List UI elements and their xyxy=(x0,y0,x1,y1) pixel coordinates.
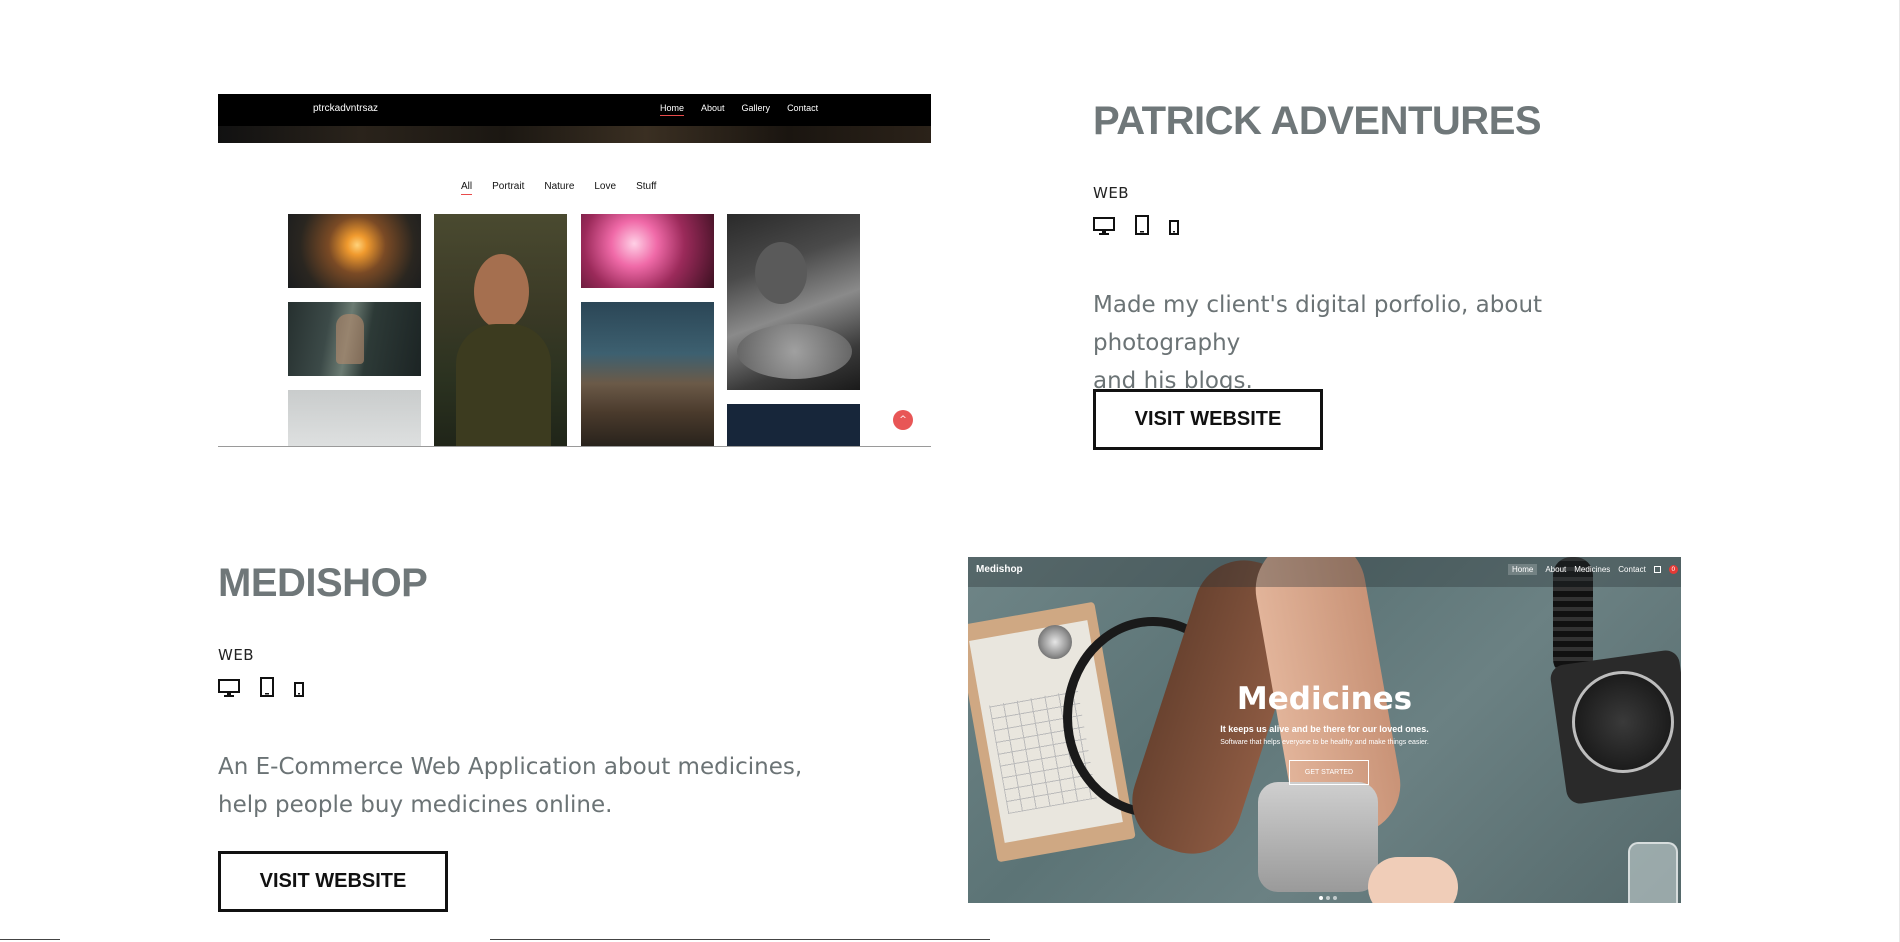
preview-nav-links: Home About Gallery Contact xyxy=(660,103,818,116)
medishop-screenshot: Medishop Home About Medicines Contact 0 … xyxy=(968,557,1681,903)
cart-icon xyxy=(1653,566,1661,573)
preview-hero-subtitle: It keeps us alive and be there for our l… xyxy=(1220,724,1429,734)
preview-gallery-filters: All Portrait Nature Love Stuff xyxy=(461,181,656,195)
project-title: MEDISHOP xyxy=(218,561,428,605)
preview-hero-title: Medicines xyxy=(1236,681,1413,717)
preview-nav-home: Home xyxy=(1508,564,1538,575)
preview-filter-stuff: Stuff xyxy=(636,181,657,192)
gallery-photo-child xyxy=(727,214,860,390)
preview-hero-tagline: Software that helps everyone to be healt… xyxy=(1220,739,1429,746)
project-description: Made my client's digital porfolio, about… xyxy=(1093,286,1693,400)
glass-illustration xyxy=(1628,842,1678,903)
preview-brand: Medishop xyxy=(976,564,1023,575)
stethoscope-head-illustration xyxy=(1038,625,1072,659)
project-description-line: An E-Commerce Web Application about medi… xyxy=(218,754,803,780)
preview-nav-about: About xyxy=(1545,565,1567,574)
back-to-top-icon: ^ xyxy=(893,410,913,430)
tablet-icon xyxy=(1135,215,1149,235)
device-icons xyxy=(218,675,304,697)
preview-nav-home: Home xyxy=(660,103,685,116)
cart-badge: 0 xyxy=(1668,565,1678,574)
preview-navbar: Medishop Home About Medicines Contact 0 xyxy=(968,557,1681,587)
hand-illustration xyxy=(1368,857,1458,903)
preview-get-started-button: GET STARTED xyxy=(1289,760,1369,785)
preview-filter-all: All xyxy=(461,181,473,195)
patrick-adventures-screenshot: ptrckadvntrsaz Home About Gallery Contac… xyxy=(218,94,931,447)
preview-nav-medicines: Medicines xyxy=(1574,565,1611,574)
gallery-photo-wedding xyxy=(581,214,714,288)
preview-filter-love: Love xyxy=(594,181,617,192)
preview-nav-contact: Contact xyxy=(1618,565,1646,574)
carousel-dot xyxy=(1319,896,1323,900)
desktop-icon xyxy=(1093,217,1115,235)
tablet-icon xyxy=(260,677,274,697)
pressure-cuff-illustration xyxy=(1258,782,1378,892)
preview-filter-nature: Nature xyxy=(544,181,575,192)
gallery-photo-navy xyxy=(727,404,860,447)
preview-nav-links: Home About Medicines Contact 0 xyxy=(1508,564,1678,575)
preview-navbar: ptrckadvntrsaz Home About Gallery Contac… xyxy=(218,94,931,126)
preview-brand: ptrckadvntrsaz xyxy=(313,103,379,114)
preview-filter-portrait: Portrait xyxy=(492,181,525,192)
gallery-photo-sunset xyxy=(288,214,421,288)
preview-nav-gallery: Gallery xyxy=(741,103,771,113)
gallery-photo-mountain xyxy=(581,302,714,447)
project-title: PATRICK ADVENTURES xyxy=(1093,99,1542,143)
gallery-photo-grey xyxy=(288,390,421,447)
visit-website-button[interactable]: VISIT WEBSITE xyxy=(1093,389,1323,450)
preview-nav-about: About xyxy=(701,103,725,113)
project-description-line: help people buy medicines online. xyxy=(218,792,613,818)
carousel-dot xyxy=(1326,896,1330,900)
project-description: An E-Commerce Web Application about medi… xyxy=(218,748,818,824)
gallery-photo-portrait xyxy=(434,214,567,447)
project-category: WEB xyxy=(218,646,255,664)
gallery-photo-woman-sitting xyxy=(288,302,421,376)
visit-website-button[interactable]: VISIT WEBSITE xyxy=(218,851,448,912)
desktop-icon xyxy=(218,679,240,697)
carousel-dots xyxy=(1319,896,1337,900)
phone-icon xyxy=(1169,220,1179,235)
phone-icon xyxy=(294,682,304,697)
device-icons xyxy=(1093,213,1179,235)
footer-divider xyxy=(0,939,60,940)
preview-hero-strip xyxy=(218,126,931,143)
footer-divider xyxy=(490,939,990,940)
project-category: WEB xyxy=(1093,184,1130,202)
preview-divider xyxy=(218,446,931,447)
preview-nav-contact: Contact xyxy=(787,103,819,113)
carousel-dot xyxy=(1333,896,1337,900)
project-description-line: Made my client's digital porfolio, about… xyxy=(1093,292,1543,356)
